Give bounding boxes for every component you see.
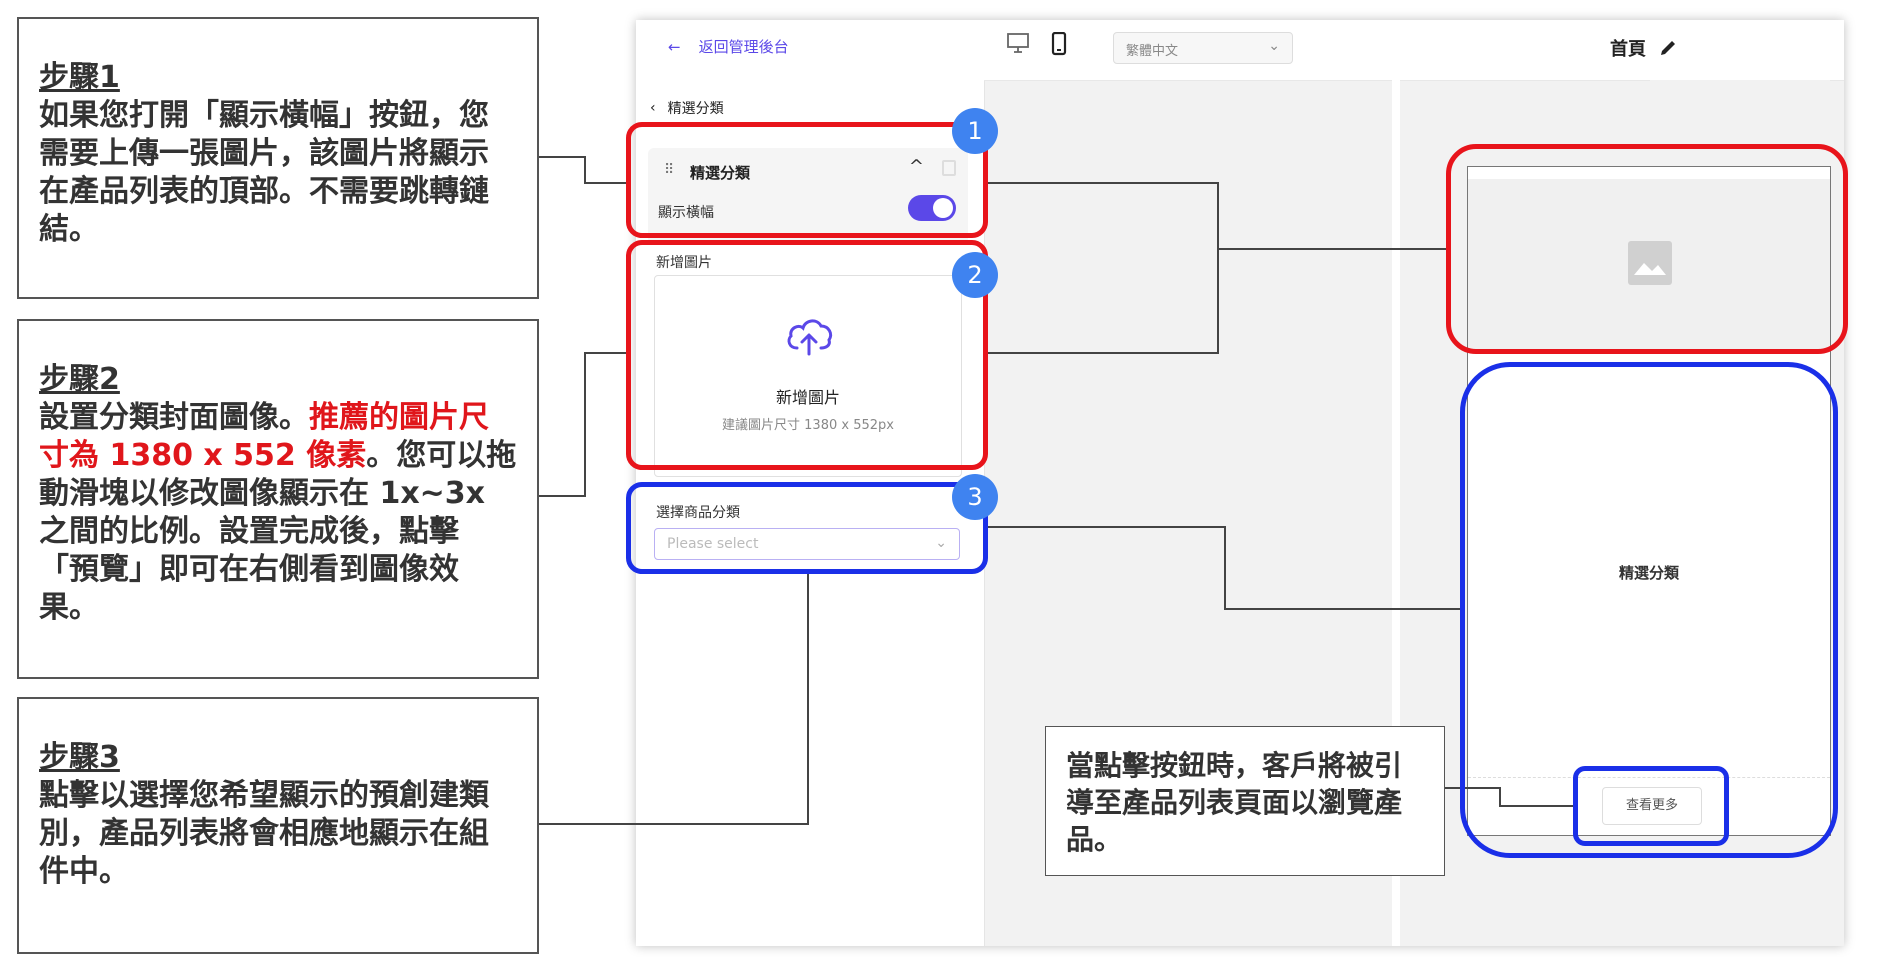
highlight-step-2 (626, 240, 988, 470)
step-2-text-before: 設置分類封面圖像。 (39, 400, 309, 435)
device-switcher (1006, 32, 1068, 56)
step-badge-1: 1 (952, 108, 998, 154)
highlight-step-1 (626, 122, 988, 238)
step-3-title: 步驟3 (39, 740, 120, 775)
back-to-admin-link[interactable]: ← 返回管理後台 (668, 36, 789, 57)
view-more-callout: 當點擊按鈕時，客戶將被引導至產品列表頁面以瀏覽產品。 (1045, 726, 1445, 876)
step-badge-2: 2 (952, 252, 998, 298)
step-badge-3: 3 (952, 474, 998, 520)
step-1-text: 如果您打開「顯示橫幅」按鈕，您需要上傳一張圖片，該圖片將顯示在產品列表的頂部。不… (39, 98, 489, 247)
language-value: 繁體中文 (1126, 44, 1179, 59)
chevron-left-icon: ‹ (650, 100, 656, 116)
step-2-box: 步驟2 設置分類封面圖像。推薦的圖片尺寸為 1380 x 552 像素。您可以拖… (17, 319, 539, 679)
chevron-down-icon: ⌄ (1268, 38, 1280, 54)
preview-bottom-block (1461, 852, 1823, 946)
highlight-step-3 (626, 482, 988, 574)
page-title-text: 首頁 (1610, 39, 1646, 60)
desktop-icon[interactable] (1006, 32, 1030, 54)
step-3-text: 點擊以選擇您希望顯示的預創建類別，產品列表將會相應地顯示在組件中。 (39, 778, 489, 889)
highlight-preview-banner (1446, 144, 1848, 354)
step-3-box: 步驟3 點擊以選擇您希望顯示的預創建類別，產品列表將會相應地顯示在組件中。 (17, 697, 539, 954)
language-select[interactable]: 繁體中文 ⌄ (1113, 32, 1293, 64)
featured-category-back[interactable]: ‹ 精選分類 (650, 98, 724, 118)
mobile-icon[interactable] (1050, 32, 1068, 56)
pencil-icon[interactable] (1658, 38, 1678, 58)
step-1-title: 步驟1 (39, 60, 120, 95)
highlight-view-more (1573, 766, 1729, 846)
step-2-title: 步驟2 (39, 362, 120, 397)
page-title: 首頁 (1610, 35, 1678, 61)
step-1-box: 步驟1 如果您打開「顯示橫幅」按鈕，您需要上傳一張圖片，該圖片將顯示在產品列表的… (17, 17, 539, 299)
arrow-left-icon: ← (668, 37, 681, 56)
back-link-label: 返回管理後台 (698, 38, 789, 56)
sub-back-label: 精選分類 (667, 101, 724, 117)
